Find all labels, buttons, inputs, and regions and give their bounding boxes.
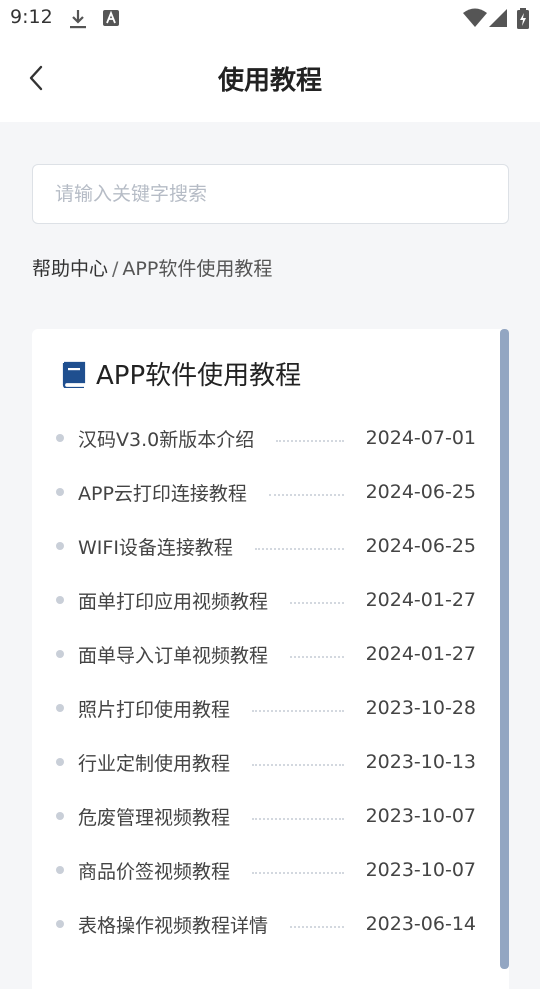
dotted-leader: [252, 764, 344, 766]
list-item-title: 照片打印使用教程: [78, 698, 231, 721]
bullet-dot-icon: [56, 866, 64, 874]
list-item-title: 面单导入订单视频教程: [78, 644, 269, 667]
dotted-leader: [290, 602, 344, 604]
list-item[interactable]: 面单导入订单视频教程 2024-01-27: [32, 627, 502, 681]
breadcrumb-separator: /: [112, 258, 119, 280]
status-bar: 9:12: [0, 0, 540, 36]
list-item[interactable]: 面单打印应用视频教程 2024-01-27: [32, 573, 502, 627]
book-icon: [62, 361, 86, 388]
list-item-date: 2023-10-28: [365, 697, 476, 719]
bullet-dot-icon: [56, 596, 64, 604]
section-title: APP软件使用教程: [96, 361, 302, 391]
breadcrumb: 帮助中心 / APP软件使用教程: [32, 254, 272, 281]
dotted-leader: [252, 710, 344, 712]
tutorial-card: APP软件使用教程 汉码V3.0新版本介绍 2024-07-01 APP云打印连接教…: [32, 329, 509, 989]
download-icon: [68, 8, 88, 34]
breadcrumb-current: APP软件使用教程: [122, 258, 273, 280]
tutorial-list: 汉码V3.0新版本介绍 2024-07-01 APP云打印连接教程 2024-06-2…: [32, 411, 502, 951]
scrollbar[interactable]: [500, 329, 509, 969]
list-item-title: 商品价签视频教程: [78, 860, 231, 883]
app-header: 使用教程: [0, 36, 540, 122]
list-item-title: 危废管理视频教程: [78, 806, 231, 829]
bullet-dot-icon: [56, 920, 64, 928]
bullet-dot-icon: [56, 812, 64, 820]
list-item[interactable]: 照片打印使用教程 2023-10-28: [32, 681, 502, 735]
list-item-title: 面单打印应用视频教程: [78, 590, 269, 613]
list-item[interactable]: APP云打印连接教程 2024-06-25: [32, 465, 502, 519]
bullet-dot-icon: [56, 758, 64, 766]
bullet-dot-icon: [56, 704, 64, 712]
list-item-date: 2024-01-27: [365, 643, 476, 665]
list-item-title: 行业定制使用教程: [78, 752, 231, 775]
list-item-title: 表格操作视频教程详情: [78, 914, 269, 937]
list-item-title: APP云打印连接教程: [78, 482, 247, 505]
list-item-date: 2024-01-27: [365, 589, 476, 611]
list-item[interactable]: 汉码V3.0新版本介绍 2024-07-01: [32, 411, 502, 465]
dotted-leader: [254, 548, 344, 550]
search-input[interactable]: [32, 164, 509, 224]
dotted-leader: [290, 926, 344, 928]
breadcrumb-root[interactable]: 帮助中心: [32, 258, 108, 280]
list-item-date: 2024-07-01: [365, 427, 476, 449]
bullet-dot-icon: [56, 488, 64, 496]
signal-icon: [488, 8, 508, 32]
section-header: APP软件使用教程: [60, 355, 301, 392]
list-item-date: 2023-10-07: [365, 859, 476, 881]
bullet-dot-icon: [56, 650, 64, 658]
dotted-leader: [252, 872, 344, 874]
list-item-title: 汉码V3.0新版本介绍: [78, 428, 255, 451]
list-item[interactable]: 商品价签视频教程 2023-10-07: [32, 843, 502, 897]
wifi-icon: [462, 8, 488, 32]
list-item-date: 2024-06-25: [365, 535, 476, 557]
app-a-icon: [102, 8, 120, 32]
bullet-dot-icon: [56, 434, 64, 442]
list-item-date: 2023-10-07: [365, 805, 476, 827]
dotted-leader: [276, 440, 344, 442]
list-item-date: 2023-10-13: [365, 751, 476, 773]
page-title: 使用教程: [217, 66, 322, 96]
list-item-date: 2024-06-25: [365, 481, 476, 503]
status-time: 9:12: [10, 6, 53, 28]
dotted-leader: [252, 818, 344, 820]
list-item[interactable]: WIFI设备连接教程 2024-06-25: [32, 519, 502, 573]
list-item-date: 2023-06-14: [365, 913, 476, 935]
list-item[interactable]: 危废管理视频教程 2023-10-07: [32, 789, 502, 843]
list-item[interactable]: 表格操作视频教程详情 2023-06-14: [32, 897, 502, 951]
dotted-leader: [290, 656, 344, 658]
list-item-title: WIFI设备连接教程: [78, 536, 233, 559]
battery-icon: [516, 8, 530, 34]
dotted-leader: [268, 494, 344, 496]
list-item[interactable]: 行业定制使用教程 2023-10-13: [32, 735, 502, 789]
bullet-dot-icon: [56, 542, 64, 550]
